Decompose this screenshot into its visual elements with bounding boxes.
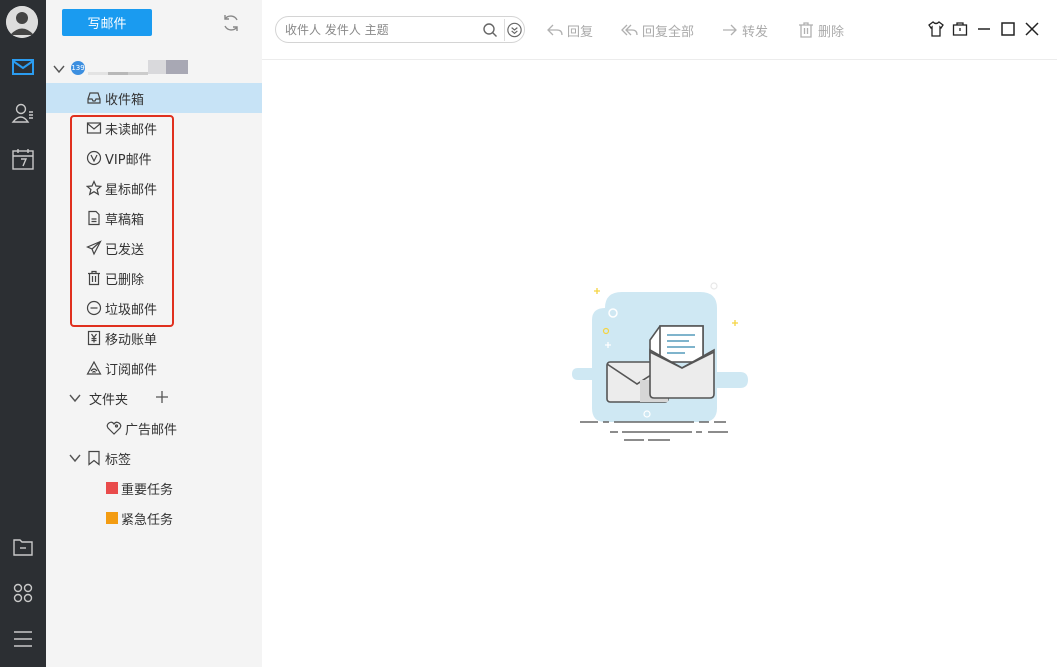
trash-icon (88, 270, 100, 286)
delete-button[interactable]: 删除 (797, 19, 844, 41)
tag-group-label: 标签 (105, 453, 132, 468)
contacts-nav-icon[interactable] (10, 100, 36, 126)
calendar-nav-icon[interactable] (10, 146, 36, 172)
folder-label: 未读邮件 (105, 123, 158, 138)
folder-label: 垃圾邮件 (105, 303, 158, 318)
reply-all-button[interactable]: 回复全部 (621, 19, 694, 41)
paper-plane-icon (86, 240, 102, 256)
folder-unread[interactable]: 未读邮件 (46, 113, 262, 143)
folder-sidebar: 写邮件 139 收件箱 未读邮件 VIP邮件 星标邮件 草稿箱 已发送 已删除 … (46, 0, 262, 667)
refresh-icon[interactable] (220, 12, 242, 34)
folder-label: 已删除 (105, 273, 145, 288)
folder-label: 移动账单 (105, 333, 158, 348)
subscription-icon (86, 360, 102, 375)
minimize-icon[interactable] (975, 20, 993, 38)
folder-deleted[interactable]: 已删除 (46, 263, 262, 293)
folder-inbox[interactable]: 收件箱 (46, 83, 262, 113)
apps-nav-icon[interactable] (10, 580, 36, 606)
tag-item[interactable]: 重要任务 (46, 473, 262, 503)
avatar[interactable] (6, 6, 38, 38)
nav-rail (0, 0, 46, 667)
folder-starred[interactable]: 星标邮件 (46, 173, 262, 203)
spam-icon (86, 300, 102, 316)
forward-label: 转发 (742, 24, 769, 40)
folder-label: 广告邮件 (125, 423, 178, 438)
close-icon[interactable] (1023, 20, 1041, 38)
tag-color-swatch (106, 512, 118, 524)
yen-bill-icon (87, 330, 101, 346)
tag-label: 重要任务 (121, 483, 174, 498)
mail-toolbar: 回复 回复全部 转发 删除 (262, 0, 1057, 60)
vip-icon (86, 150, 102, 166)
menu-nav-icon[interactable] (10, 626, 36, 652)
folder-subscriptions[interactable]: 订阅邮件 (46, 353, 262, 383)
tag-group-header[interactable]: 标签 (46, 443, 262, 473)
empty-mailbox-illustration (572, 282, 748, 441)
tag-label: 紧急任务 (121, 513, 174, 528)
folder-vip[interactable]: VIP邮件 (46, 143, 262, 173)
chevron-down-icon[interactable] (68, 451, 82, 465)
mail-nav-icon[interactable] (10, 54, 36, 80)
forward-button[interactable]: 转发 (721, 19, 768, 41)
search-box (275, 16, 525, 43)
trash-icon (799, 22, 813, 38)
account-name-redacted (88, 60, 188, 75)
search-icon[interactable] (482, 22, 498, 38)
folder-label: 收件箱 (105, 93, 145, 108)
delete-label: 删除 (818, 24, 845, 40)
forward-icon (723, 24, 737, 36)
reply-button[interactable]: 回复 (546, 19, 593, 41)
skin-icon[interactable] (927, 20, 945, 38)
compose-button[interactable]: 写邮件 (62, 9, 152, 36)
reply-icon (547, 24, 563, 36)
folder-mobile-bill[interactable]: 移动账单 (46, 323, 262, 353)
inbox-icon (87, 92, 101, 104)
bookmark-icon (88, 450, 100, 466)
folder-group-label: 文件夹 (89, 393, 129, 408)
maximize-icon[interactable] (999, 20, 1017, 38)
account-badge: 139 (71, 61, 85, 75)
folder-label: VIP邮件 (105, 153, 152, 168)
star-icon (86, 180, 102, 196)
folder-spam[interactable]: 垃圾邮件 (46, 293, 262, 323)
folder-label: 订阅邮件 (105, 363, 158, 378)
toolbox-icon[interactable] (951, 20, 969, 38)
reply-label: 回复 (567, 24, 594, 40)
folder-label: 已发送 (105, 243, 145, 258)
add-folder-icon[interactable] (154, 389, 170, 405)
account-row[interactable]: 139 (46, 58, 262, 80)
draft-icon (88, 210, 100, 226)
folder-group-header[interactable]: 文件夹 (46, 383, 262, 413)
search-options-icon[interactable] (504, 19, 524, 41)
tag-item[interactable]: 紧急任务 (46, 503, 262, 533)
reply-all-label: 回复全部 (642, 24, 695, 40)
envelope-icon (86, 122, 102, 134)
folder-nav-icon[interactable] (10, 534, 36, 560)
tag-heart-icon (106, 421, 122, 435)
folder-label: 草稿箱 (105, 213, 145, 228)
chevron-down-icon[interactable] (68, 391, 82, 405)
folder-drafts[interactable]: 草稿箱 (46, 203, 262, 233)
folder-ads[interactable]: 广告邮件 (46, 413, 262, 443)
search-input[interactable] (285, 21, 475, 39)
tag-color-swatch (106, 482, 118, 494)
mail-app-window: 写邮件 139 收件箱 未读邮件 VIP邮件 星标邮件 草稿箱 已发送 已删除 … (0, 0, 1057, 667)
folder-sent[interactable]: 已发送 (46, 233, 262, 263)
reply-all-icon (621, 24, 638, 36)
chevron-down-icon[interactable] (52, 62, 66, 76)
folder-label: 星标邮件 (105, 183, 158, 198)
